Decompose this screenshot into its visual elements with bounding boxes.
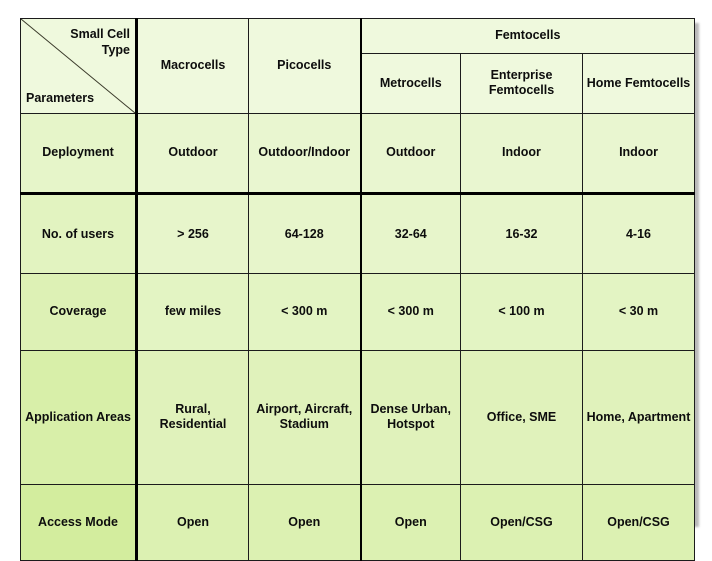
cell-access-macrocells: Open (136, 483, 249, 561)
table-body: Deployment Outdoor Outdoor/Indoor Outdoo… (20, 112, 696, 561)
row-label-coverage: Coverage (20, 273, 138, 351)
cell-apps-home-femtocells: Home, Apartment (581, 349, 696, 485)
cell-coverage-metrocells: < 300 m (360, 273, 461, 351)
row-label-deployment: Deployment (20, 112, 138, 196)
cell-deployment-home-femtocells: Indoor (581, 112, 696, 196)
cell-deployment-macrocells: Outdoor (136, 112, 249, 196)
cell-apps-picocells: Airport, Aircraft, Stadium (248, 349, 362, 485)
cell-users-macrocells: > 256 (136, 193, 249, 275)
corner-header-cell: Small Cell Type Parameters (20, 18, 138, 114)
corner-label-small-cell-type: Small Cell Type (70, 27, 130, 57)
cell-users-enterprise-femtocells: 16-32 (460, 193, 583, 275)
cell-users-metrocells: 32-64 (360, 193, 461, 275)
cell-users-home-femtocells: 4-16 (581, 193, 696, 275)
cell-coverage-picocells: < 300 m (248, 273, 362, 351)
cell-apps-enterprise-femtocells: Office, SME (460, 349, 583, 485)
cell-access-metrocells: Open (360, 483, 461, 561)
cell-users-picocells: 64-128 (248, 193, 362, 275)
small-cell-comparison-table: Small Cell Type Parameters Macrocells Pi… (20, 18, 696, 561)
cell-coverage-enterprise-femtocells: < 100 m (460, 273, 583, 351)
cell-access-enterprise-femtocells: Open/CSG (460, 483, 583, 561)
screenshot-canvas: Small Cell Type Parameters Macrocells Pi… (0, 0, 712, 561)
cell-deployment-enterprise-femtocells: Indoor (460, 112, 583, 196)
row-label-no-of-users: No. of users (20, 193, 138, 275)
cell-access-home-femtocells: Open/CSG (581, 483, 696, 561)
column-header-metrocells: Metrocells (360, 52, 461, 114)
table-header: Small Cell Type Parameters Macrocells Pi… (20, 18, 696, 114)
column-header-enterprise-femtocells: Enterprise Femtocells (460, 52, 583, 114)
table-row: Deployment Outdoor Outdoor/Indoor Outdoo… (20, 112, 696, 196)
cell-deployment-picocells: Outdoor/Indoor (248, 112, 362, 196)
column-group-header-femtocells: Femtocells (359, 18, 696, 54)
cell-coverage-macrocells: few miles (136, 273, 249, 351)
corner-label-parameters: Parameters (26, 91, 95, 106)
table-row: Application Areas Rural, Residential Air… (20, 349, 696, 485)
row-label-access-mode: Access Mode (20, 483, 138, 561)
column-header-home-femtocells: Home Femtocells (581, 52, 696, 114)
table-row: No. of users > 256 64-128 32-64 16-32 4-… (20, 193, 696, 275)
table-row: Access Mode Open Open Open Open/CSG Open… (20, 483, 696, 561)
cell-coverage-home-femtocells: < 30 m (581, 273, 696, 351)
row-label-application-areas: Application Areas (20, 349, 138, 485)
header-row-group: Small Cell Type Parameters Macrocells Pi… (20, 18, 696, 114)
cell-apps-macrocells: Rural, Residential (136, 349, 249, 485)
table-row: Coverage few miles < 300 m < 300 m < 100… (20, 273, 696, 351)
cell-apps-metrocells: Dense Urban, Hotspot (360, 349, 461, 485)
cell-access-picocells: Open (248, 483, 362, 561)
cell-deployment-metrocells: Outdoor (360, 112, 461, 196)
column-header-picocells: Picocells (248, 18, 362, 114)
column-header-macrocells: Macrocells (136, 18, 249, 114)
